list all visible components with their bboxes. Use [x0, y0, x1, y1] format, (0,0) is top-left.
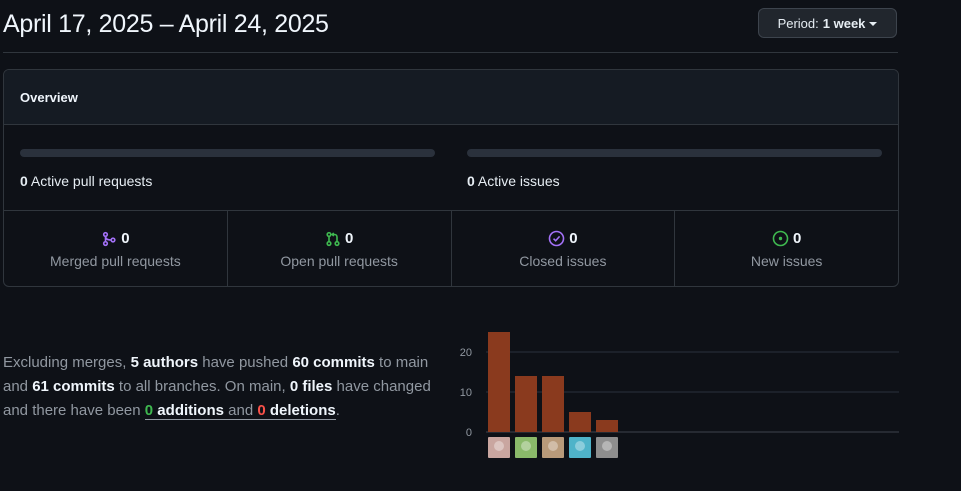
files-count: 0 files	[289, 378, 333, 395]
bar[interactable]	[542, 376, 564, 432]
stat-closed-issues-value: 0	[569, 230, 578, 247]
overview-stats: 0 Merged pull requests 0 Open pull reque…	[4, 211, 898, 286]
commit-summary: Excluding merges, 5 authors have pushed …	[3, 351, 443, 423]
summary-text: have pushed	[198, 354, 293, 371]
avatar-figure	[494, 441, 504, 451]
stat-closed-issues[interactable]: 0 Closed issues	[452, 211, 676, 286]
active-prs-progress-bar	[20, 149, 435, 157]
bar[interactable]	[488, 332, 510, 432]
summary-text: to all branches. On main,	[114, 378, 290, 395]
deletions-count: 0	[257, 402, 266, 419]
issue-opened-icon	[772, 230, 789, 247]
stat-open-prs-value: 0	[344, 230, 354, 247]
issue-closed-icon	[548, 230, 565, 247]
contributors-bar-chart: 0 10 20	[460, 332, 899, 458]
period-prefix: Period:	[777, 15, 819, 31]
period-value: 1 week	[822, 15, 866, 31]
and-text: and	[223, 402, 258, 419]
avatar-figure	[575, 441, 585, 451]
overview-progress-section: 0 Active pull requests 0 Active issues	[4, 125, 898, 211]
stat-open-prs[interactable]: 0 Open pull requests	[228, 211, 452, 286]
header-divider	[3, 52, 898, 53]
active-issues-text[interactable]: 0 Active issues	[467, 173, 882, 189]
stat-merged-prs[interactable]: 0 Merged pull requests	[4, 211, 228, 286]
active-prs-label: Active pull requests	[30, 173, 153, 189]
summary-text: Excluding merges,	[3, 354, 131, 371]
active-prs-count: 0	[20, 173, 28, 189]
stat-new-issues-value: 0	[792, 230, 802, 247]
avatar-figure	[521, 441, 531, 451]
page-title: April 17, 2025 – April 24, 2025	[3, 10, 329, 38]
caret-down-icon	[869, 21, 878, 26]
active-prs-text[interactable]: 0 Active pull requests	[20, 173, 435, 189]
additions-count: 0	[144, 402, 154, 419]
deletions-label: deletions	[265, 402, 336, 419]
additions-deletions-link[interactable]: 0 additions and 0 deletions	[144, 402, 336, 420]
stat-merged-prs-label: Merged pull requests	[50, 253, 181, 269]
overview-title: Overview	[20, 89, 78, 105]
active-issues-progress-bar	[467, 149, 882, 157]
stat-closed-issues-label: Closed issues	[519, 253, 607, 269]
commits-all-count: 61 commits	[32, 378, 115, 395]
stat-new-issues[interactable]: 0 New issues	[675, 211, 898, 286]
avatar-figure	[548, 441, 558, 451]
active-issues-label: Active issues	[477, 173, 560, 189]
y-tick-label: 20	[460, 347, 472, 359]
avatar-figure	[602, 441, 612, 451]
pull-request-icon	[326, 231, 340, 246]
bar[interactable]	[515, 376, 537, 432]
y-tick-label: 10	[460, 387, 472, 399]
additions-label: additions	[153, 402, 224, 419]
merge-icon	[103, 231, 116, 246]
overview-panel: Overview 0 Active pull requests 0 Active…	[3, 69, 899, 287]
authors-count: 5 authors	[130, 354, 199, 371]
active-issues-count: 0	[467, 173, 475, 189]
commits-main-count: 60 commits	[292, 354, 375, 371]
active-prs-block: 0 Active pull requests	[20, 149, 435, 189]
active-issues-block: 0 Active issues	[467, 149, 882, 189]
overview-header: Overview	[4, 70, 898, 125]
y-tick-label: 0	[466, 427, 472, 439]
stat-merged-prs-value: 0	[121, 230, 130, 247]
bar[interactable]	[596, 420, 618, 432]
period-dropdown-button[interactable]: Period: 1 week	[758, 8, 897, 38]
stat-open-prs-label: Open pull requests	[280, 253, 398, 269]
stat-new-issues-label: New issues	[750, 253, 823, 269]
bar[interactable]	[569, 412, 591, 432]
summary-text: .	[335, 402, 340, 419]
